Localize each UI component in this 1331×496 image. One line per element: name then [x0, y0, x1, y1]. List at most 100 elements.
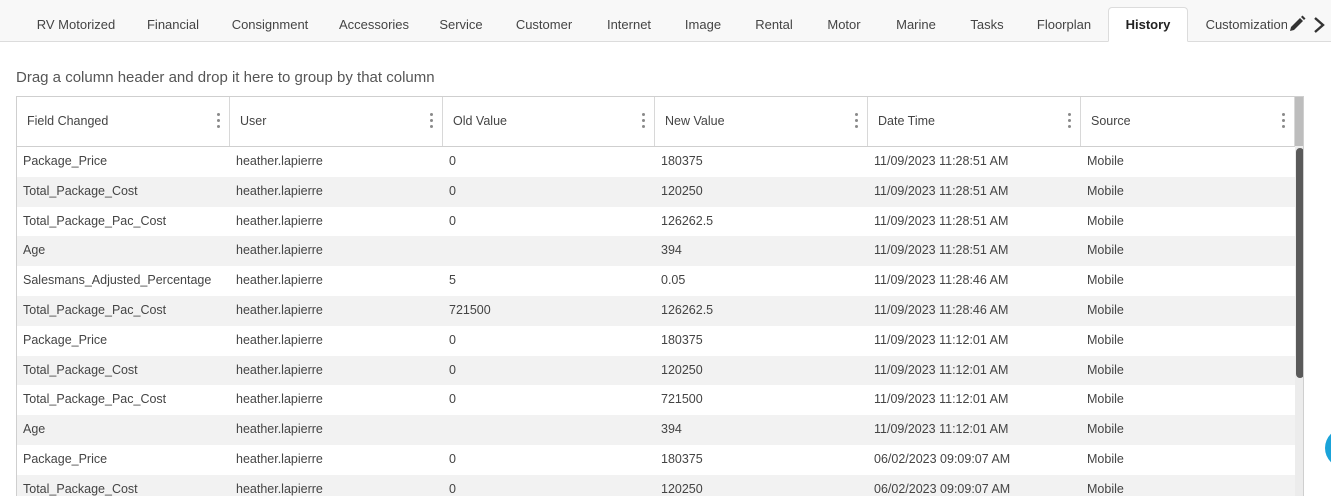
column-header-label: New Value: [665, 114, 725, 128]
table-row[interactable]: Total_Package_Pac_Cost heather.lapierre 0 1…: [17, 207, 1295, 237]
vertical-scrollbar[interactable]: [1295, 97, 1303, 496]
table-row[interactable]: Total_Package_Cost heather.lapierre 0 12025…: [17, 176, 1295, 207]
cell-field-changed: Total_Package_Cost: [23, 481, 138, 496]
cell-date-time: 06/02/2023 09:09:07 AM: [874, 451, 1011, 466]
cell-new-value: 0.05: [661, 273, 686, 288]
tab-service[interactable]: Service: [426, 8, 496, 41]
cell-old-value: 0: [449, 183, 456, 198]
cell-date-time: 11/09/2023 11:12:01 AM: [874, 362, 1009, 377]
cell-date-time: 11/09/2023 11:28:46 AM: [874, 273, 1009, 288]
tab-tasks[interactable]: Tasks: [956, 8, 1018, 41]
tab-internet[interactable]: Internet: [590, 8, 668, 41]
cell-source: Mobile: [1087, 451, 1124, 466]
cell-old-value: 0: [449, 451, 456, 466]
kebab-menu-icon[interactable]: [642, 113, 646, 131]
cell-new-value: 180375: [661, 154, 703, 168]
table-row[interactable]: Total_Package_Pac_Cost heather.lapierre 0 7…: [17, 385, 1295, 415]
table-row[interactable]: Package_Price heather.lapierre 0 180375 11/0…: [17, 147, 1295, 177]
floating-action-button[interactable]: [1325, 428, 1331, 468]
pencil-icon[interactable]: [1287, 14, 1307, 34]
cell-field-changed: Total_Package_Pac_Cost: [23, 302, 167, 317]
kebab-menu-icon[interactable]: [430, 113, 434, 131]
tab-image[interactable]: Image: [670, 8, 736, 41]
tab-accessories[interactable]: Accessories: [324, 8, 424, 41]
cell-field-changed: Total_Package_Pac_Cost: [23, 392, 167, 407]
tab-bar-actions: [1287, 14, 1331, 36]
cell-old-value: 0: [449, 392, 456, 407]
cell-new-value: 120250: [661, 362, 703, 377]
column-header-new-value[interactable]: New Value: [655, 97, 868, 146]
cell-old-value: [449, 236, 651, 266]
cell-date-time: 11/09/2023 11:28:46 AM: [874, 302, 1009, 317]
cell-new-value: 120250: [661, 481, 703, 496]
kebab-menu-icon[interactable]: [1068, 113, 1072, 131]
cell-field-changed: Total_Package_Cost: [23, 362, 138, 377]
cell-old-value: 0: [449, 213, 456, 228]
scrollbar-thumb[interactable]: [1296, 148, 1303, 378]
cell-source: Mobile: [1087, 183, 1124, 198]
cell-new-value: 126262.5: [661, 302, 714, 317]
table-row[interactable]: Total_Package_Cost heather.lapierre 0 12025…: [17, 474, 1295, 496]
table-row[interactable]: Age heather.lapierre 394 11/09/2023 11:12:0…: [17, 415, 1295, 445]
column-header-old-value[interactable]: Old Value: [443, 97, 655, 146]
cell-user: heather.lapierre: [236, 362, 323, 377]
cell-user: heather.lapierre: [236, 154, 323, 168]
tab-financial[interactable]: Financial: [128, 8, 218, 41]
cell-field-changed: Total_Package_Cost: [23, 183, 138, 198]
tab-consignment[interactable]: Consignment: [220, 8, 320, 41]
cell-date-time: 11/09/2023 11:28:51 AM: [874, 183, 1009, 198]
cell-field-changed: Package_Price: [23, 332, 108, 347]
tab-rv-motorized[interactable]: RV Motorized: [14, 8, 138, 41]
cell-new-value: 120250: [661, 183, 703, 198]
tab-motor[interactable]: Motor: [812, 8, 876, 41]
cell-field-changed: Package_Price: [23, 451, 108, 466]
kebab-menu-icon[interactable]: [1282, 113, 1286, 131]
cell-source: Mobile: [1087, 154, 1124, 168]
column-header-user[interactable]: User: [230, 97, 443, 146]
cell-user: heather.lapierre: [236, 332, 323, 347]
cell-user: heather.lapierre: [236, 392, 323, 407]
cell-source: Mobile: [1087, 362, 1124, 377]
table-row[interactable]: Package_Price heather.lapierre 0 180375 11/0…: [17, 326, 1295, 356]
column-header-source[interactable]: Source: [1081, 97, 1295, 146]
cell-user: heather.lapierre: [236, 273, 323, 288]
chevron-right-icon[interactable]: [1311, 16, 1327, 34]
column-header-date-time[interactable]: Date Time: [868, 97, 1081, 146]
group-drop-zone[interactable]: Drag a column header and drop it here to…: [16, 69, 435, 86]
cell-user: heather.lapierre: [236, 183, 323, 198]
table-row[interactable]: Age heather.lapierre 394 11/09/2023 11:28:5…: [17, 236, 1295, 267]
cell-new-value: 180375: [661, 332, 703, 347]
cell-field-changed: Total_Package_Pac_Cost: [23, 213, 167, 228]
cell-date-time: 11/09/2023 11:12:01 AM: [874, 392, 1009, 407]
cell-field-changed: Package_Price: [23, 154, 108, 168]
scrollbar-header-spacer: [1295, 97, 1303, 146]
table-row[interactable]: Total_Package_Pac_Cost heather.lapierre 72…: [17, 295, 1295, 326]
kebab-menu-icon[interactable]: [217, 113, 221, 131]
cell-date-time: 06/02/2023 09:09:07 AM: [874, 481, 1011, 496]
cell-old-value: [449, 415, 651, 445]
table-row[interactable]: Total_Package_Cost heather.lapierre 0 12025…: [17, 355, 1295, 386]
column-header-label: Source: [1091, 114, 1131, 128]
cell-source: Mobile: [1087, 273, 1124, 288]
grid-body: Package_Price heather.lapierre 0 180375 11/0…: [17, 147, 1295, 496]
tab-history[interactable]: History: [1108, 7, 1188, 42]
grid-header: Field Changed User Old Value New Value Date …: [17, 97, 1295, 147]
tab-floorplan[interactable]: Floorplan: [1020, 8, 1108, 41]
cell-date-time: 11/09/2023 11:28:51 AM: [874, 243, 1009, 258]
cell-user: heather.lapierre: [236, 213, 323, 228]
tab-marine[interactable]: Marine: [880, 8, 952, 41]
cell-user: heather.lapierre: [236, 481, 323, 496]
kebab-menu-icon[interactable]: [855, 113, 859, 131]
cell-source: Mobile: [1087, 302, 1124, 317]
column-header-label: User: [240, 114, 267, 128]
tab-rental[interactable]: Rental: [738, 8, 810, 41]
cell-old-value: 0: [449, 362, 456, 377]
tab-customer[interactable]: Customer: [498, 8, 590, 41]
cell-new-value: 126262.5: [661, 213, 714, 228]
table-row[interactable]: Package_Price heather.lapierre 0 180375 06/0…: [17, 445, 1295, 475]
table-row[interactable]: Salesmans_Adjusted_Percentage heather.lap…: [17, 266, 1295, 296]
cell-user: heather.lapierre: [236, 243, 323, 258]
column-header-field-changed[interactable]: Field Changed: [17, 97, 230, 146]
cell-source: Mobile: [1087, 422, 1124, 437]
cell-new-value: 394: [661, 243, 682, 258]
